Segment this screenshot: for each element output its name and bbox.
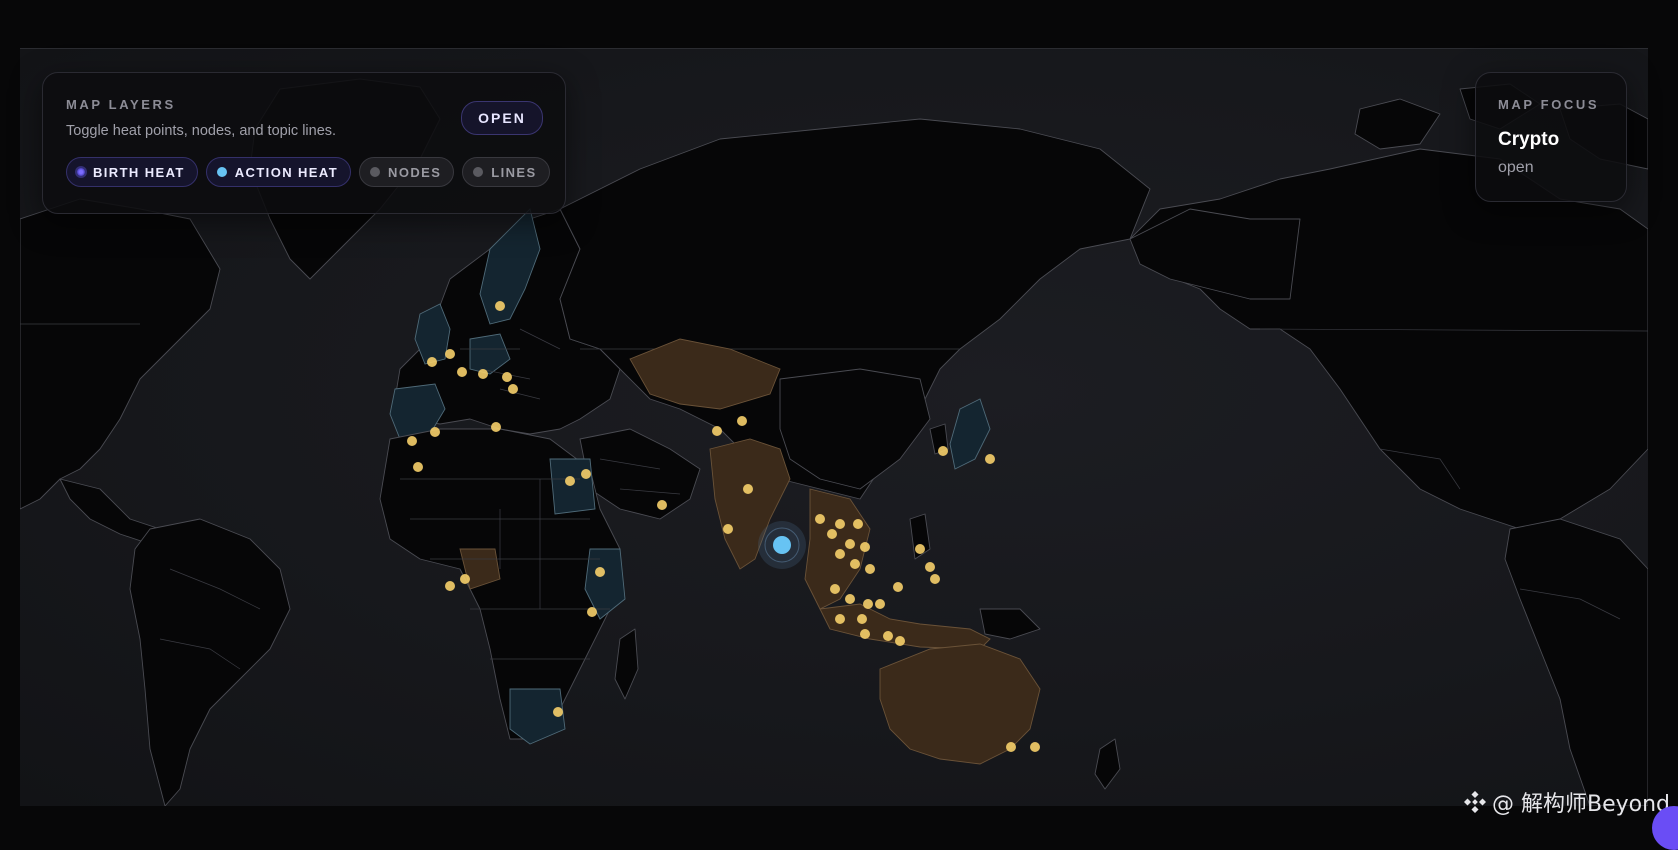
chip-birth-heat[interactable]: BIRTH HEAT <box>66 157 198 187</box>
egypt <box>549 458 596 515</box>
watermark: @ 解构师Beyond <box>1463 786 1670 818</box>
map-focus-panel: MAP FOCUS Crypto open <box>1475 72 1627 202</box>
watermark-text: @ 解构师Beyond <box>1491 792 1670 817</box>
layer-chips: BIRTH HEAT ACTION HEAT NODES LINES <box>66 157 550 187</box>
south-america <box>129 518 291 806</box>
chip-nodes-label: NODES <box>388 164 442 180</box>
action-heat-marker[interactable] <box>758 521 806 569</box>
chip-lines-label: LINES <box>491 164 537 180</box>
canada-islands <box>1354 98 1441 150</box>
nodes-icon <box>370 167 381 177</box>
map-layers-title: MAP LAYERS <box>66 97 176 112</box>
map-focus-status: open <box>1498 159 1534 176</box>
chip-lines[interactable]: LINES <box>462 157 550 187</box>
map-focus-topic: Crypto <box>1498 129 1560 150</box>
binance-logo-icon <box>1463 791 1486 813</box>
map-layers-panel: MAP LAYERS Toggle heat points, nodes, an… <box>42 72 566 214</box>
open-button[interactable]: OPEN <box>461 101 543 135</box>
chip-action-heat-label: ACTION HEAT <box>234 164 339 180</box>
australia <box>879 643 1041 765</box>
south-america-east <box>1504 518 1648 806</box>
indonesia <box>819 603 991 650</box>
japan <box>949 398 991 470</box>
lines-icon <box>473 167 484 177</box>
new-guinea <box>979 608 1041 640</box>
north-america <box>1129 148 1648 530</box>
birth-heat-icon <box>77 168 85 176</box>
americas-west <box>20 198 221 510</box>
action-heat-icon <box>216 167 227 177</box>
chip-action-heat[interactable]: ACTION HEAT <box>205 157 352 187</box>
madagascar <box>614 628 639 700</box>
map-layers-subtitle: Toggle heat points, nodes, and topic lin… <box>66 123 337 139</box>
chip-nodes[interactable]: NODES <box>359 157 455 187</box>
chip-birth-heat-label: BIRTH HEAT <box>93 164 185 180</box>
new-zealand <box>1094 738 1121 790</box>
map-focus-title: MAP FOCUS <box>1498 97 1600 112</box>
